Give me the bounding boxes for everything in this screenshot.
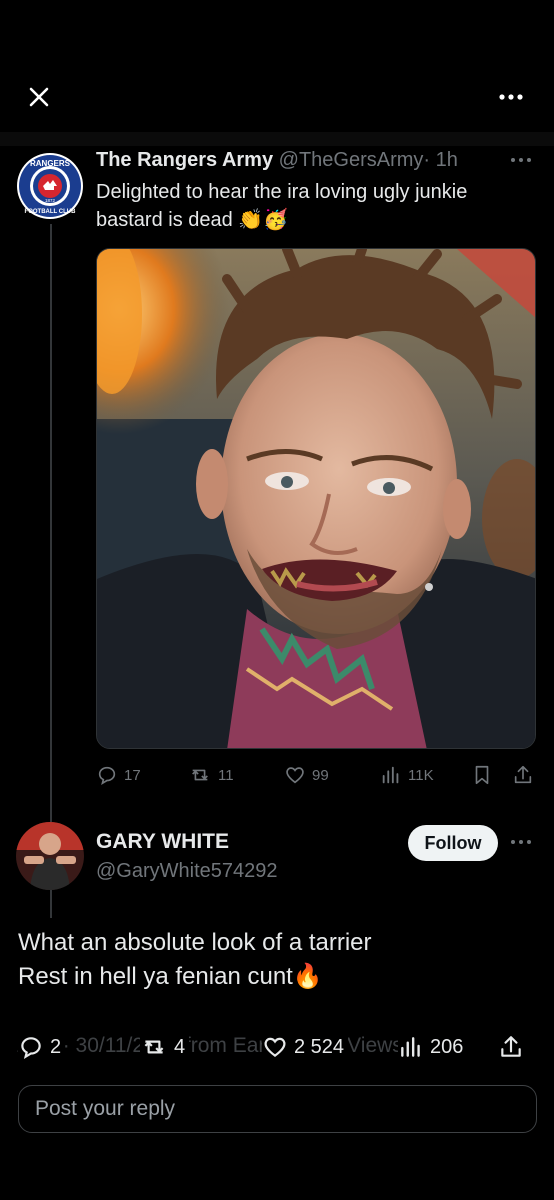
like-action[interactable]: 99 — [284, 760, 329, 790]
portrait-photo — [97, 249, 535, 748]
repost-action[interactable]: 11 — [188, 760, 234, 790]
avatar-photo — [16, 822, 84, 890]
share-action[interactable] — [498, 1032, 528, 1062]
reply-action[interactable]: 2 — [18, 1032, 66, 1062]
post-actions: 17 11 99 11K — [96, 760, 540, 790]
views-action[interactable]: 206 — [398, 1032, 468, 1062]
post-meta-and-actions: 18:2 · 30/11/2023 from Earth 2 524 Views… — [16, 1032, 540, 1062]
emoji-clap-party: 👏🥳 — [238, 209, 289, 231]
post-text-line-2-body: Rest in hell ya fenian cunt — [18, 963, 293, 990]
views-action[interactable]: 11K — [380, 760, 434, 790]
views-count: 11K — [408, 766, 434, 784]
follow-button[interactable]: Follow — [408, 825, 498, 861]
rangers-crest-icon: RANGERS FOOTBALL CLUB 1872 — [17, 153, 83, 219]
bookmark-action[interactable] — [472, 760, 492, 790]
repost-icon — [144, 1040, 164, 1054]
repost-action[interactable]: 4 — [140, 1032, 190, 1062]
post-text-line-2: Rest in hell ya fenian cunt🔥 — [18, 960, 538, 994]
heart-icon — [286, 767, 304, 784]
post-time: · 1h — [423, 149, 458, 171]
author-name[interactable]: GARY WHITE — [96, 830, 229, 854]
close-icon — [29, 87, 49, 107]
author-handle[interactable]: @TheGersArmy — [279, 149, 424, 171]
emoji-fire: 🔥 — [292, 963, 323, 990]
more-horizontal-icon[interactable] — [510, 156, 532, 164]
share-icon — [501, 1036, 521, 1057]
reply-action[interactable]: 17 — [96, 760, 141, 790]
repost-icon — [192, 769, 208, 781]
author-handle[interactable]: @GaryWhite574292 — [96, 860, 278, 883]
views-chart-icon — [401, 1037, 420, 1057]
reply-icon — [98, 766, 116, 785]
reply-input[interactable]: Post your reply — [18, 1085, 537, 1133]
divider-band — [0, 132, 554, 146]
views-count: 206 — [430, 1035, 464, 1058]
avatar[interactable]: RANGERS FOOTBALL CLUB 1872 — [16, 152, 84, 220]
repost-count: 11 — [218, 766, 234, 784]
views-chart-icon — [382, 766, 399, 784]
bookmark-icon — [475, 765, 489, 785]
close-button[interactable] — [26, 84, 52, 110]
reply-input-placeholder: Post your reply — [35, 1097, 176, 1120]
reply-count: 2 — [50, 1035, 62, 1058]
post-image[interactable] — [96, 248, 536, 749]
reply-icon — [21, 1037, 41, 1060]
post-header: The Rangers Army @TheGersArmy· 1h — [96, 149, 458, 172]
svg-text:RANGERS: RANGERS — [30, 159, 71, 168]
heart-icon — [264, 1037, 286, 1058]
svg-text:FOOTBALL CLUB: FOOTBALL CLUB — [25, 209, 77, 215]
post-text-line-1: What an absolute look of a tarrier — [18, 929, 372, 956]
thread-line — [50, 224, 52, 918]
repost-count: 4 — [174, 1035, 186, 1058]
post-text: Delighted to hear the ira loving ugly ju… — [96, 178, 536, 234]
avatar[interactable] — [16, 822, 84, 890]
like-count: 2 524 — [294, 1035, 345, 1058]
share-icon — [514, 765, 532, 784]
quoted-post[interactable]: RANGERS FOOTBALL CLUB 1872 The Rangers A… — [0, 146, 554, 918]
post-text: What an absolute look of a tarrier Rest … — [18, 926, 538, 994]
more-horizontal-icon[interactable] — [510, 838, 532, 846]
svg-text:1872: 1872 — [45, 198, 56, 203]
author-name[interactable]: The Rangers Army — [96, 149, 273, 171]
more-horizontal-icon — [499, 94, 523, 100]
reply-count: 17 — [124, 766, 141, 784]
more-options-button[interactable] — [496, 88, 526, 106]
like-action[interactable]: 2 524 — [262, 1032, 349, 1062]
like-count: 99 — [312, 766, 329, 784]
share-action[interactable] — [512, 760, 534, 790]
top-bar — [0, 0, 554, 132]
